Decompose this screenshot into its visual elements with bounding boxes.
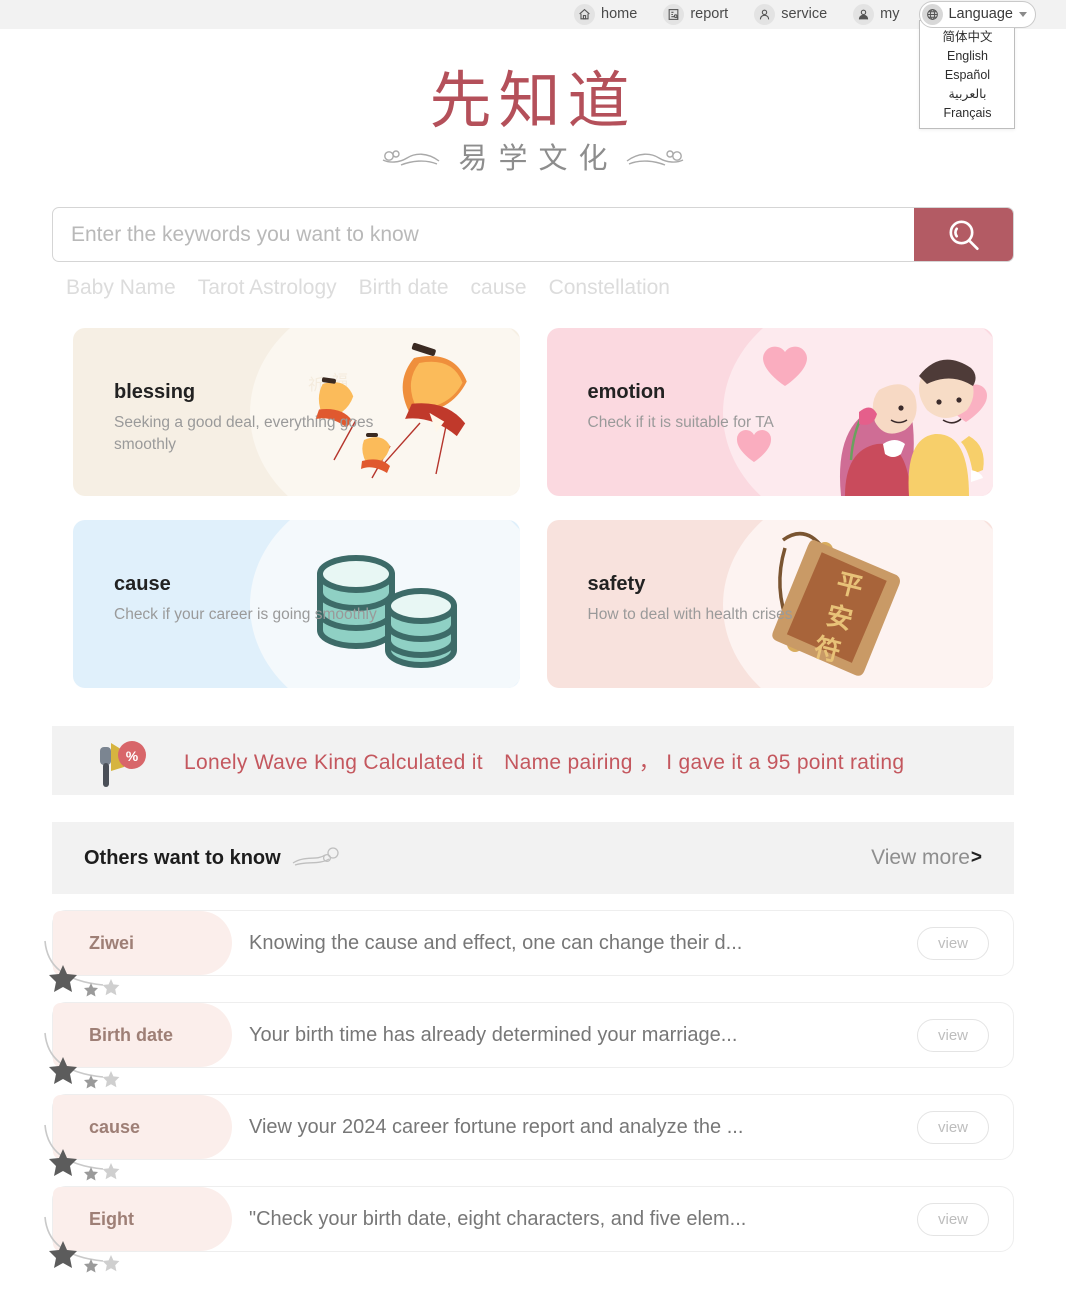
row-view-button[interactable]: view [917,1018,989,1052]
chevron-right-icon: > [970,847,982,868]
card-cause[interactable]: cause Check if your career is going smoo… [73,520,520,688]
language-switcher: Language 简体中文 English Español بالعربية F… [919,1,1036,130]
table-row[interactable]: Birth date Your birth time has already d… [44,1002,1014,1089]
language-option-ar[interactable]: بالعربية [920,85,1014,104]
nav-item-service[interactable]: service [754,4,827,25]
nav-item-home[interactable]: home [574,4,637,25]
home-icon [574,4,596,25]
chevron-down-icon [1019,12,1027,17]
report-icon [663,4,685,25]
logo-subtitle-row: 易学文化 [0,145,1066,174]
language-button[interactable]: Language [919,1,1036,28]
view-more-label: View more [871,846,970,869]
card-description: Seeking a good deal, everything goes smo… [114,414,374,453]
nav-label-service: service [781,6,828,23]
user-icon [853,4,875,25]
search-input[interactable] [53,208,914,261]
row-view-button[interactable]: view [917,1110,989,1144]
search-icon [948,219,979,250]
cloud-swirl-icon [292,847,339,866]
row-view-button[interactable]: view [917,1202,989,1236]
logo-sub-text: 易学文化 [458,143,619,175]
table-row[interactable]: Ziwei Knowing the cause and effect, one … [44,910,1014,997]
language-option-en[interactable]: English [920,47,1014,66]
card-title: emotion [587,381,666,403]
service-icon [754,4,776,25]
card-title: safety [587,573,646,595]
card-description: Check if it is suitable for TA [587,414,774,431]
site-logo: 先知道 易学文化 [0,29,1066,174]
view-more-link[interactable]: View more > [871,846,982,870]
tag-birth-date[interactable]: Birth date [359,276,449,300]
row-description: "Check your birth date, eight characters… [249,1207,747,1230]
row-tag-badge: Eight [53,1187,232,1251]
language-option-zh[interactable]: 简体中文 [920,28,1014,47]
row-description: Your birth time has already determined y… [249,1023,738,1046]
search-bar [52,207,1014,262]
card-description: How to deal with health crises [587,606,793,623]
card-title: blessing [114,381,196,403]
tag-constellation[interactable]: Constellation [549,276,670,300]
row-tag-badge: cause [53,1095,232,1159]
others-section-title: Others want to know [84,846,281,869]
card-description: Check if your career is going smoothly [114,606,377,623]
logo-main-text: 先知道 [429,68,637,136]
table-row[interactable]: cause View your 2024 career fortune repo… [44,1094,1014,1181]
row-view-button[interactable]: view [917,926,989,960]
nav-item-report[interactable]: report [663,4,728,25]
svg-text:%: % [126,748,139,764]
others-header-left: Others want to know [84,845,343,871]
nav-label-home: home [601,6,638,23]
language-button-label: Language [948,6,1013,23]
promo-notice-bar[interactable]: % Lonely Wave King Calculated it Name pa… [52,726,1014,795]
card-safety[interactable]: 平安符 safety How to deal with health crise… [546,520,993,688]
row-description: Knowing the cause and effect, one can ch… [249,931,743,954]
search-button[interactable] [914,208,1013,261]
nav-item-my[interactable]: my [853,4,899,25]
category-card-grid: 祈福 blessing Seek [73,328,993,688]
language-dropdown-menu[interactable]: 简体中文 English Español بالعربية Français [919,20,1016,130]
language-option-es[interactable]: Español [920,66,1014,85]
row-tag-badge: Ziwei [53,911,232,975]
language-option-fr[interactable]: Français [920,104,1014,123]
nav-label-my: my [880,6,900,23]
topic-list: Ziwei Knowing the cause and effect, one … [44,910,1014,1273]
card-blessing[interactable]: 祈福 blessing Seek [73,328,520,496]
row-tag-badge: Birth date [53,1003,232,1067]
search-suggestion-tags: Baby Name Tarot Astrology Birth date cau… [52,276,1014,300]
top-navigation-bar: home report service my Language 简体中文 Eng… [0,0,1066,130]
row-description: View your 2024 career fortune report and… [249,1115,744,1138]
card-emotion[interactable]: emotion Check if it is suitable for TA [546,328,993,496]
cloud-ornament-left-icon [383,149,440,166]
tag-cause[interactable]: cause [471,276,527,300]
nav-label-report: report [690,6,729,23]
cloud-ornament-right-icon [626,149,683,166]
globe-icon [922,4,944,25]
tag-tarot-astrology[interactable]: Tarot Astrology [198,276,337,300]
card-title: cause [114,573,171,595]
tag-baby-name[interactable]: Baby Name [66,276,176,300]
megaphone-percent-icon: % [100,740,146,787]
others-section-header: Others want to know View more > [52,822,1014,894]
table-row[interactable]: Eight "Check your birth date, eight char… [44,1186,1014,1273]
promo-notice-text: Lonely Wave King Calculated it Name pair… [184,750,905,774]
